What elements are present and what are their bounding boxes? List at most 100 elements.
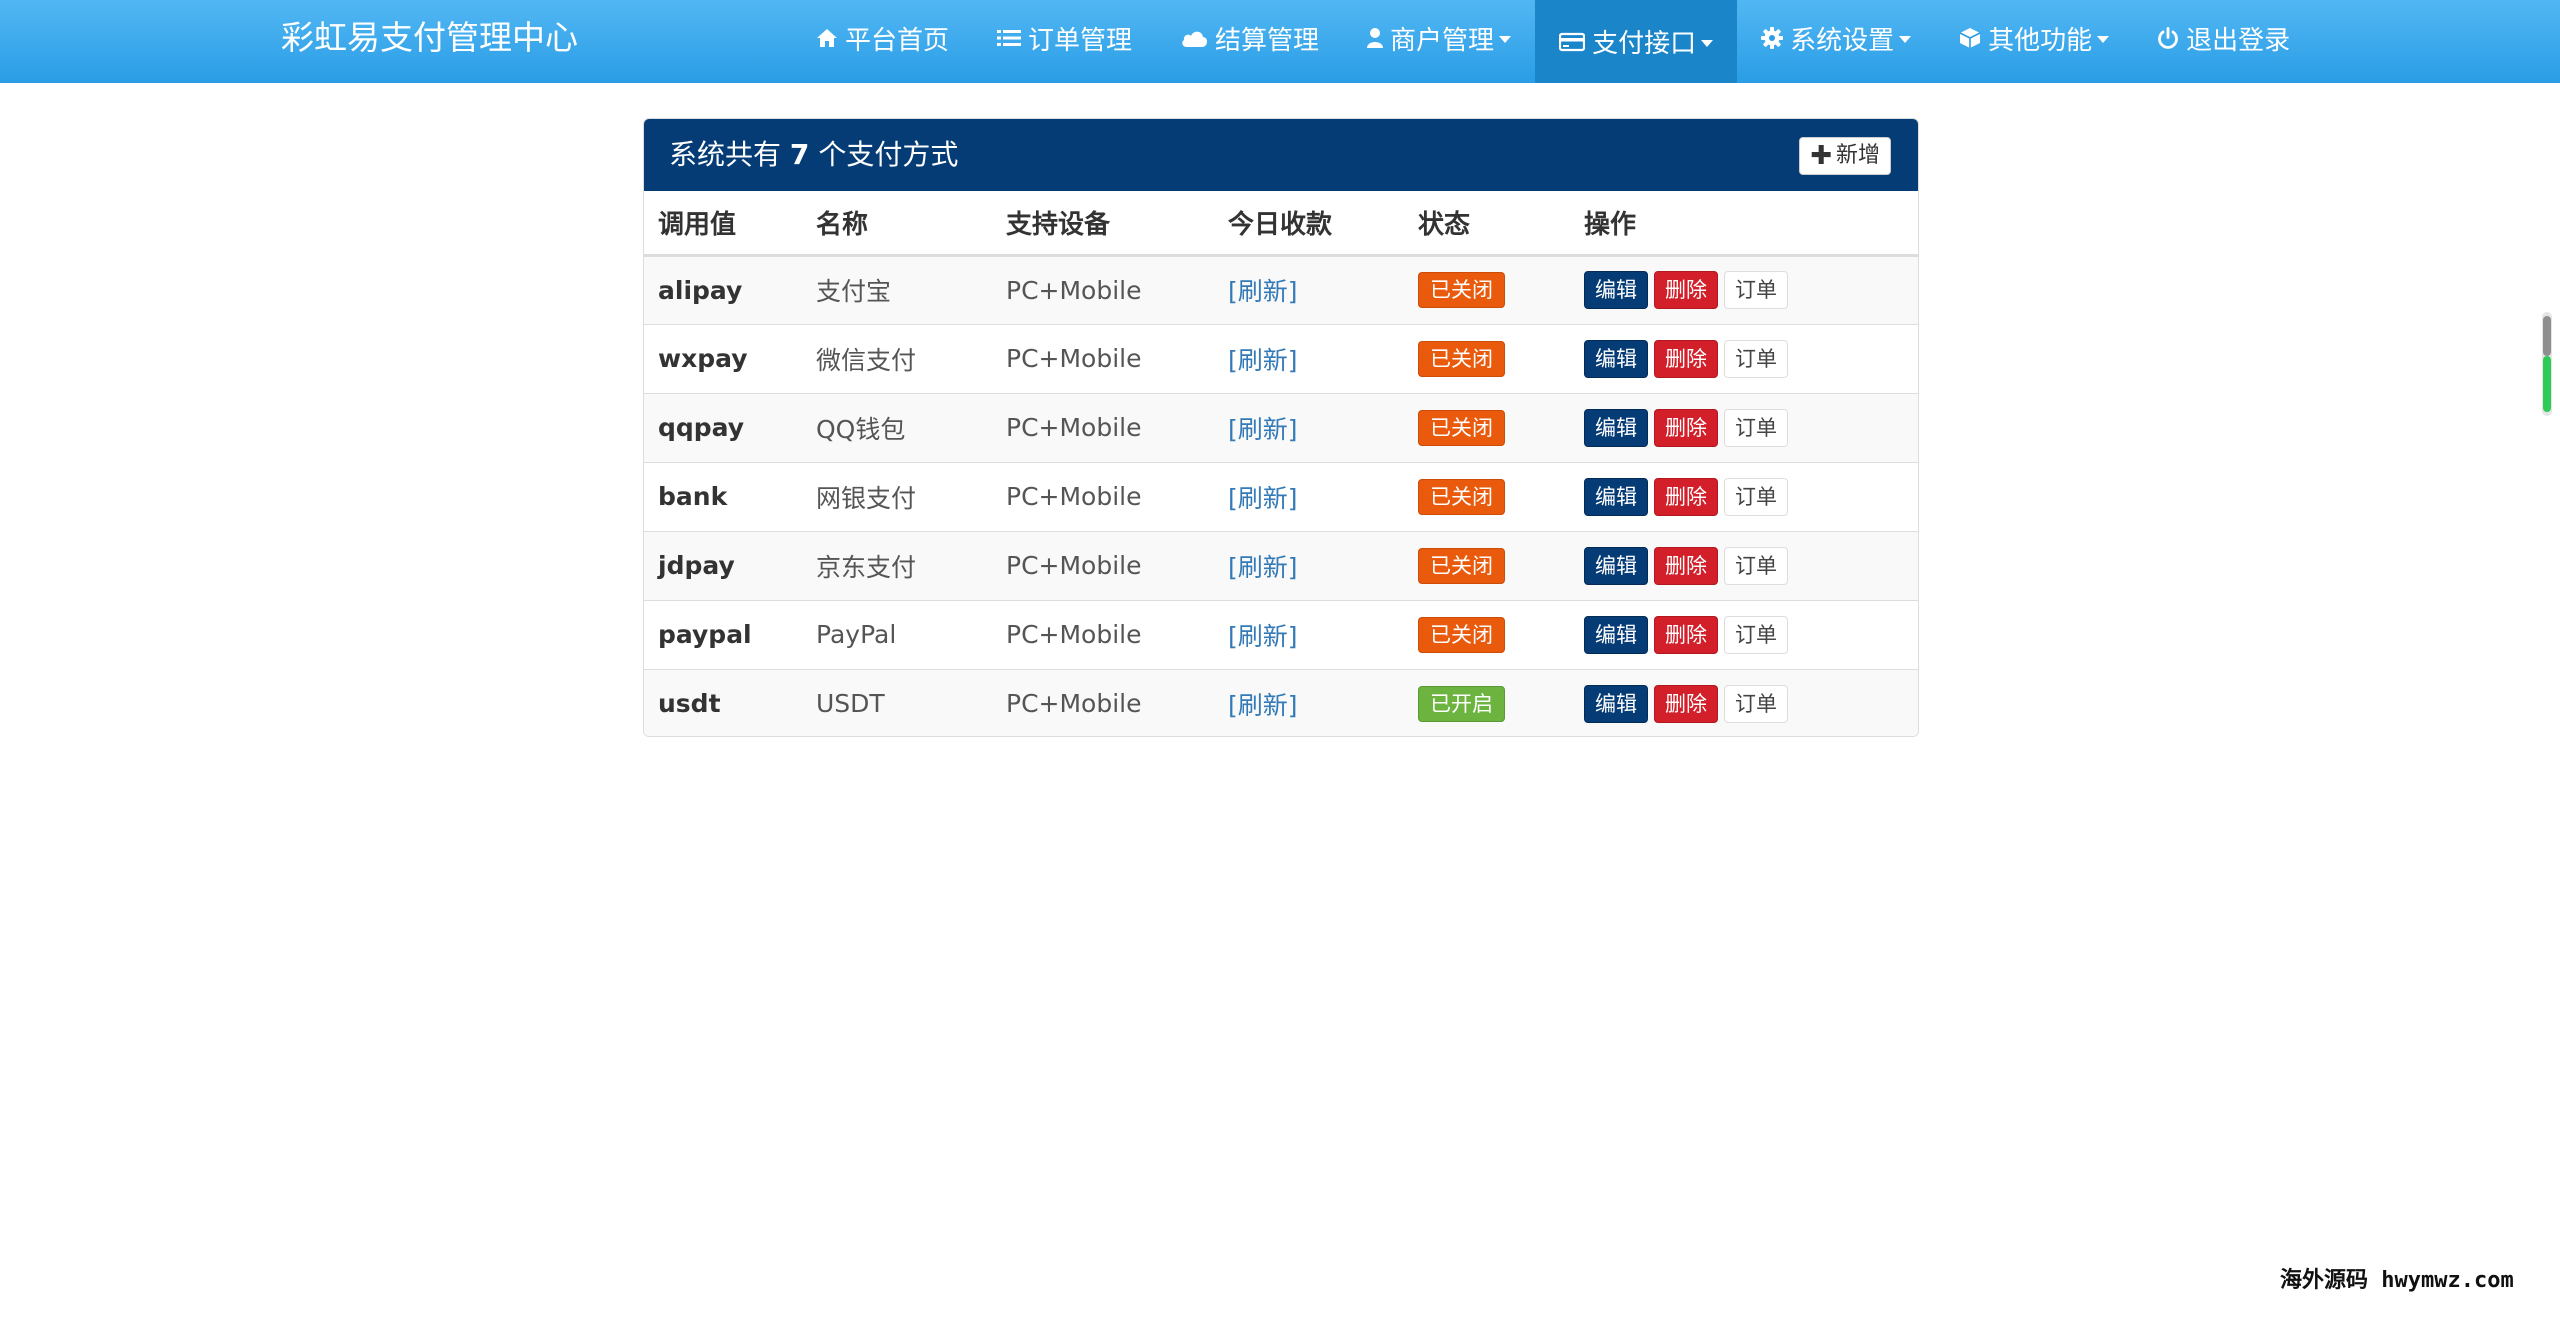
nav-item-orders[interactable]: 订单管理 xyxy=(973,0,1156,76)
cell-code: bank xyxy=(644,461,802,531)
payment-method-count: 7 xyxy=(789,138,810,171)
edit-button[interactable]: 编辑 xyxy=(1584,684,1648,723)
orders-button[interactable]: 订单 xyxy=(1724,684,1788,723)
refresh-link[interactable]: [刷新] xyxy=(1228,415,1298,444)
nav-item-payment-interface[interactable]: 支付接口 xyxy=(1535,0,1738,83)
delete-button[interactable]: 删除 xyxy=(1654,408,1718,447)
edit-button[interactable]: 编辑 xyxy=(1584,408,1648,447)
cell-name: 微信支付 xyxy=(802,323,992,393)
refresh-link[interactable]: [刷新] xyxy=(1228,484,1298,513)
table-row: bank 网银支付 PC+Mobile [刷新] 已关闭 编辑 删除 订单 xyxy=(644,461,1918,531)
row-actions: 编辑 删除 订单 xyxy=(1584,615,1918,654)
list-icon xyxy=(997,28,1022,48)
cell-name: USDT xyxy=(802,668,992,736)
cube-icon xyxy=(1959,27,1981,49)
refresh-link[interactable]: [刷新] xyxy=(1228,691,1298,720)
side-scroll-indicator[interactable] xyxy=(2542,312,2552,416)
orders-button[interactable]: 订单 xyxy=(1724,271,1788,309)
orders-button[interactable]: 订单 xyxy=(1724,477,1788,516)
cell-code: qqpay xyxy=(644,392,802,462)
home-icon xyxy=(816,28,838,48)
cell-status: 已关闭 xyxy=(1404,254,1570,324)
row-actions: 编辑 删除 订单 xyxy=(1584,271,1918,309)
cell-code: usdt xyxy=(644,668,802,736)
column-header-today-income: 今日收款 xyxy=(1214,191,1404,257)
table-row: alipay 支付宝 PC+Mobile [刷新] 已关闭 编辑 删除 订单 xyxy=(644,254,1918,324)
chevron-down-icon xyxy=(1499,36,1512,43)
nav-item-merchants[interactable]: 商户管理 xyxy=(1343,0,1535,76)
refresh-link[interactable]: [刷新] xyxy=(1228,553,1298,582)
nav-label-home: 平台首页 xyxy=(845,25,950,56)
status-toggle-button[interactable]: 已关闭 xyxy=(1418,547,1505,584)
delete-button[interactable]: 删除 xyxy=(1654,339,1718,378)
cell-actions: 编辑 删除 订单 xyxy=(1570,668,1918,736)
nav-label-other-functions: 其他功能 xyxy=(1988,25,2093,56)
orders-button[interactable]: 订单 xyxy=(1724,615,1788,654)
table-row: wxpay 微信支付 PC+Mobile [刷新] 已关闭 编辑 删除 订单 xyxy=(644,323,1918,393)
panel-heading: 系统共有 7 个支付方式 ✚ 新增 xyxy=(644,119,1918,191)
row-actions: 编辑 删除 订单 xyxy=(1584,408,1918,447)
edit-button[interactable]: 编辑 xyxy=(1584,339,1648,378)
status-toggle-button[interactable]: 已关闭 xyxy=(1418,272,1505,308)
edit-button[interactable]: 编辑 xyxy=(1584,477,1648,516)
nav-label-payment-interface: 支付接口 xyxy=(1592,29,1697,59)
cell-actions: 编辑 删除 订单 xyxy=(1570,392,1918,462)
cell-today-income: [刷新] xyxy=(1214,668,1404,736)
column-header-status: 状态 xyxy=(1404,191,1570,257)
delete-button[interactable]: 删除 xyxy=(1654,546,1718,585)
scroll-indicator-bottom xyxy=(2543,356,2551,412)
cell-device: PC+Mobile xyxy=(992,323,1214,393)
row-actions: 编辑 删除 订单 xyxy=(1584,477,1918,516)
row-actions: 编辑 删除 订单 xyxy=(1584,339,1918,378)
cell-actions: 编辑 删除 订单 xyxy=(1570,461,1918,531)
chevron-down-icon xyxy=(1899,36,1912,43)
user-icon xyxy=(1367,27,1384,49)
refresh-link[interactable]: [刷新] xyxy=(1228,622,1298,651)
cell-actions: 编辑 删除 订单 xyxy=(1570,323,1918,393)
status-toggle-button[interactable]: 已关闭 xyxy=(1418,478,1505,515)
status-toggle-button[interactable]: 已关闭 xyxy=(1418,340,1505,377)
nav-item-settlement[interactable]: 结算管理 xyxy=(1156,0,1343,76)
status-toggle-button[interactable]: 已关闭 xyxy=(1418,409,1505,446)
nav-item-other-functions[interactable]: 其他功能 xyxy=(1935,0,2133,76)
panel-title-prefix: 系统共有 xyxy=(669,138,782,171)
delete-button[interactable]: 删除 xyxy=(1654,684,1718,723)
cell-device: PC+Mobile xyxy=(992,668,1214,736)
brand-title[interactable]: 彩虹易支付管理中心 xyxy=(281,0,578,76)
payment-methods-table: 调用值 名称 支持设备 今日收款 状态 操作 alipay 支付宝 PC+Mobil… xyxy=(644,191,1918,736)
refresh-link[interactable]: [刷新] xyxy=(1228,277,1298,306)
cell-today-income: [刷新] xyxy=(1214,599,1404,669)
credit-card-icon xyxy=(1559,32,1586,52)
orders-button[interactable]: 订单 xyxy=(1724,408,1788,447)
cell-status: 已开启 xyxy=(1404,668,1570,736)
plus-icon: ✚ xyxy=(1810,141,1832,171)
cell-status: 已关闭 xyxy=(1404,461,1570,531)
delete-button[interactable]: 删除 xyxy=(1654,477,1718,516)
delete-button[interactable]: 删除 xyxy=(1654,271,1718,309)
cell-name: QQ钱包 xyxy=(802,392,992,462)
cell-status: 已关闭 xyxy=(1404,392,1570,462)
nav-label-merchants: 商户管理 xyxy=(1390,25,1495,56)
column-header-name: 名称 xyxy=(802,191,992,257)
gear-icon xyxy=(1761,27,1784,49)
edit-button[interactable]: 编辑 xyxy=(1584,546,1648,585)
nav-item-home[interactable]: 平台首页 xyxy=(792,0,973,76)
payment-methods-panel: 系统共有 7 个支付方式 ✚ 新增 调用值 名称 支持设备 今日收款 状态 操作… xyxy=(643,118,1919,737)
refresh-link[interactable]: [刷新] xyxy=(1228,346,1298,375)
edit-button[interactable]: 编辑 xyxy=(1584,271,1648,309)
nav-item-system-settings[interactable]: 系统设置 xyxy=(1737,0,1935,76)
panel-title-suffix: 个支付方式 xyxy=(818,138,959,171)
edit-button[interactable]: 编辑 xyxy=(1584,615,1648,654)
cell-today-income: [刷新] xyxy=(1214,530,1404,600)
cell-device: PC+Mobile xyxy=(992,254,1214,324)
nav-item-logout[interactable]: 退出登录 xyxy=(2133,0,2314,76)
orders-button[interactable]: 订单 xyxy=(1724,546,1788,585)
status-toggle-button[interactable]: 已开启 xyxy=(1418,685,1505,722)
status-toggle-button[interactable]: 已关闭 xyxy=(1418,616,1505,653)
cell-actions: 编辑 删除 订单 xyxy=(1570,254,1918,324)
cell-name: 支付宝 xyxy=(802,254,992,324)
delete-button[interactable]: 删除 xyxy=(1654,615,1718,654)
main-nav: 平台首页 订单管理 结算管理 商户管理 支付接口 系统设置 其他功能 退出登录 xyxy=(792,0,2314,83)
add-payment-method-button[interactable]: ✚ 新增 xyxy=(1799,137,1891,175)
orders-button[interactable]: 订单 xyxy=(1724,339,1788,378)
